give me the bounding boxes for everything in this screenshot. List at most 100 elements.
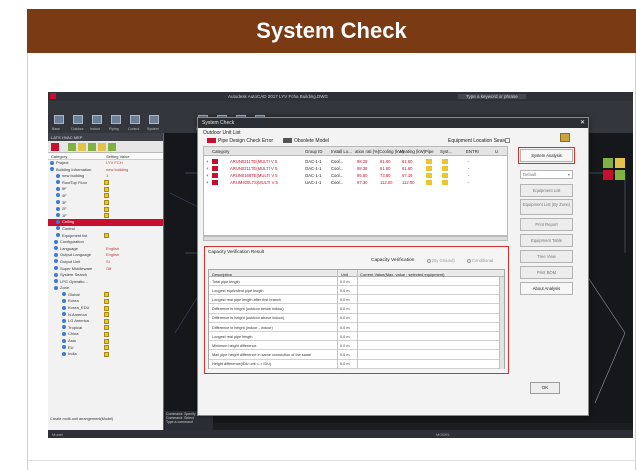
tree-item[interactable]: Language English	[48, 246, 163, 253]
tree-item[interactable]: 3F	[48, 200, 163, 207]
tree-item[interactable]: RoofTop Floor	[48, 180, 163, 187]
expand-icon[interactable]: +	[206, 166, 208, 171]
equipment-location-search[interactable]: Equipment Location Search	[448, 138, 509, 144]
unit-grid-column-header[interactable]: U	[495, 149, 498, 154]
tree-checkbox[interactable]	[104, 213, 109, 219]
tree-item[interactable]: 1F	[48, 213, 163, 220]
radio-by-ground[interactable]: (By Ground)	[427, 258, 455, 263]
tree-item[interactable]: Configuration	[48, 239, 163, 246]
ribbon-tool-icon[interactable]	[92, 115, 102, 124]
tree-item[interactable]: 4F	[48, 193, 163, 200]
tree-checkbox[interactable]	[104, 325, 109, 331]
tree-checkbox[interactable]	[104, 193, 109, 199]
tree-item[interactable]: Ceiling	[48, 219, 163, 226]
tree-item[interactable]: N.America	[48, 312, 163, 319]
equipment-table-button[interactable]: Equipment Table	[520, 234, 573, 247]
tree-checkbox[interactable]	[104, 298, 109, 304]
tree-checkbox[interactable]	[104, 351, 109, 357]
ribbon-tool-icon[interactable]	[111, 115, 121, 124]
unit-grid-column-header[interactable]: ENTRI	[466, 149, 479, 154]
tree-item[interactable]: new building 1	[48, 173, 163, 180]
tool-icon-1[interactable]	[68, 143, 76, 151]
tree-checkbox[interactable]	[104, 180, 109, 186]
default-select[interactable]: Default ▾	[520, 170, 573, 179]
unit-grid-column-header[interactable]: Install Lo...	[331, 149, 352, 154]
ribbon-tool-icon[interactable]	[130, 115, 140, 124]
ribbon-tool-icon[interactable]	[149, 115, 159, 124]
unit-grid-column-header[interactable]: Pipe	[425, 149, 434, 154]
ribbon-tool-icon[interactable]	[73, 115, 83, 124]
tree-item[interactable]: System Search	[48, 272, 163, 279]
tree-checkbox[interactable]	[104, 233, 109, 239]
expand-icon[interactable]: +	[206, 173, 208, 178]
tree-item[interactable]: Korea_EDU	[48, 305, 163, 312]
radio-conditional[interactable]: Conditional	[467, 258, 493, 263]
about-analysis-button[interactable]: About Analysis	[520, 282, 573, 295]
red-app-icon[interactable]	[51, 143, 59, 151]
unit-grid-column-header[interactable]: Group ID	[305, 149, 322, 154]
tree-item[interactable]: Project LYV FCH	[48, 160, 163, 167]
unit-grid-scrollbar[interactable]	[203, 236, 508, 241]
equipment-list-by-zone-button[interactable]: Equipment List (By Zone)	[520, 199, 573, 215]
tree-item[interactable]: China	[48, 331, 163, 338]
tree-checkbox[interactable]	[104, 200, 109, 206]
tree-item[interactable]: Output Unit SI	[48, 259, 163, 266]
tree-item[interactable]: Asia	[48, 338, 163, 345]
tree-item[interactable]: EU	[48, 345, 163, 352]
tree-checkbox[interactable]	[104, 345, 109, 351]
tree-item[interactable]: Equipment list	[48, 233, 163, 240]
print-bom-button[interactable]: Print BOM	[520, 266, 573, 279]
tree-item[interactable]: Output Language English	[48, 252, 163, 259]
tree-checkbox[interactable]	[104, 206, 109, 212]
tool-icon-5[interactable]	[108, 143, 116, 151]
tree-checkbox[interactable]	[104, 338, 109, 344]
right-tool-4[interactable]	[615, 170, 625, 180]
command-prompt[interactable]: Type a command	[166, 420, 212, 424]
tree-item[interactable]: Super Middleware Off	[48, 266, 163, 273]
tree-item[interactable]: LPG Operatio...	[48, 279, 163, 286]
settings-icon[interactable]	[560, 133, 570, 142]
tree-view-button[interactable]: Tree View	[520, 250, 573, 263]
equipment-list-button[interactable]: Equipment List	[520, 184, 573, 197]
tree-checkbox[interactable]	[104, 312, 109, 318]
right-tool-2[interactable]	[615, 158, 625, 168]
tree-item[interactable]: Building Information new building	[48, 167, 163, 174]
tree-item[interactable]: Zone	[48, 285, 163, 292]
model-indicator[interactable]: MODEL	[436, 432, 450, 437]
tool-icon-2[interactable]	[78, 143, 86, 151]
close-icon[interactable]: ✕	[580, 119, 585, 126]
expand-icon[interactable]: +	[206, 180, 208, 185]
ok-button[interactable]: OK	[530, 382, 560, 394]
ribbon-tool-icon[interactable]	[54, 115, 64, 124]
right-tool-3[interactable]	[603, 170, 613, 180]
unit-grid-column-header[interactable]: Category	[212, 149, 229, 154]
cad-app-icon[interactable]	[50, 93, 56, 99]
tree-item[interactable]: India	[48, 351, 163, 358]
system-analysis-button[interactable]: System Analysis	[518, 147, 575, 164]
unit-row[interactable]: + ARUM400L7S(MULTI V 5 UAC-1-1 Cool... 97.30…	[204, 179, 507, 186]
capacity-scrollbar[interactable]	[499, 277, 504, 369]
tree-item[interactable]: LG America	[48, 318, 163, 325]
tree-item[interactable]: 5F	[48, 186, 163, 193]
unit-grid-column-header[interactable]: Heating (kW)	[400, 149, 425, 154]
equipment-search-checkbox[interactable]	[505, 138, 510, 143]
right-tool-1[interactable]	[603, 158, 613, 168]
model-tab[interactable]: Model	[52, 432, 63, 437]
unit-grid-column-header[interactable]: ation rati (%)	[355, 149, 379, 154]
cad-search-field[interactable]: Type a keyword or phrase	[458, 94, 526, 99]
tree-item[interactable]: 2F	[48, 206, 163, 213]
tree-item[interactable]: Tropical	[48, 325, 163, 332]
tree-checkbox[interactable]	[104, 305, 109, 311]
tree-checkbox[interactable]	[104, 318, 109, 324]
tree-item[interactable]: Global	[48, 292, 163, 299]
unit-row[interactable]: + ARUN0168TE(MULTI V 5 OAC-1-1 Cool... 95.60…	[204, 172, 507, 179]
unit-row[interactable]: + ARUN0211TE(MULTI V 5 OAC-1-1 Cool... 98.28…	[204, 158, 507, 165]
tool-icon-4[interactable]	[98, 143, 106, 151]
tree-checkbox[interactable]	[104, 292, 109, 298]
unit-row[interactable]: + ARUN0211TE(MULTI V 5 OAC-1-1 Cool... 98.38…	[204, 165, 507, 172]
tree-item[interactable]: Korea	[48, 298, 163, 305]
tree-item[interactable]: Control	[48, 226, 163, 233]
tree-checkbox[interactable]	[104, 331, 109, 337]
expand-icon[interactable]: +	[206, 159, 208, 164]
unit-grid-column-header[interactable]: Syst...	[440, 149, 452, 154]
